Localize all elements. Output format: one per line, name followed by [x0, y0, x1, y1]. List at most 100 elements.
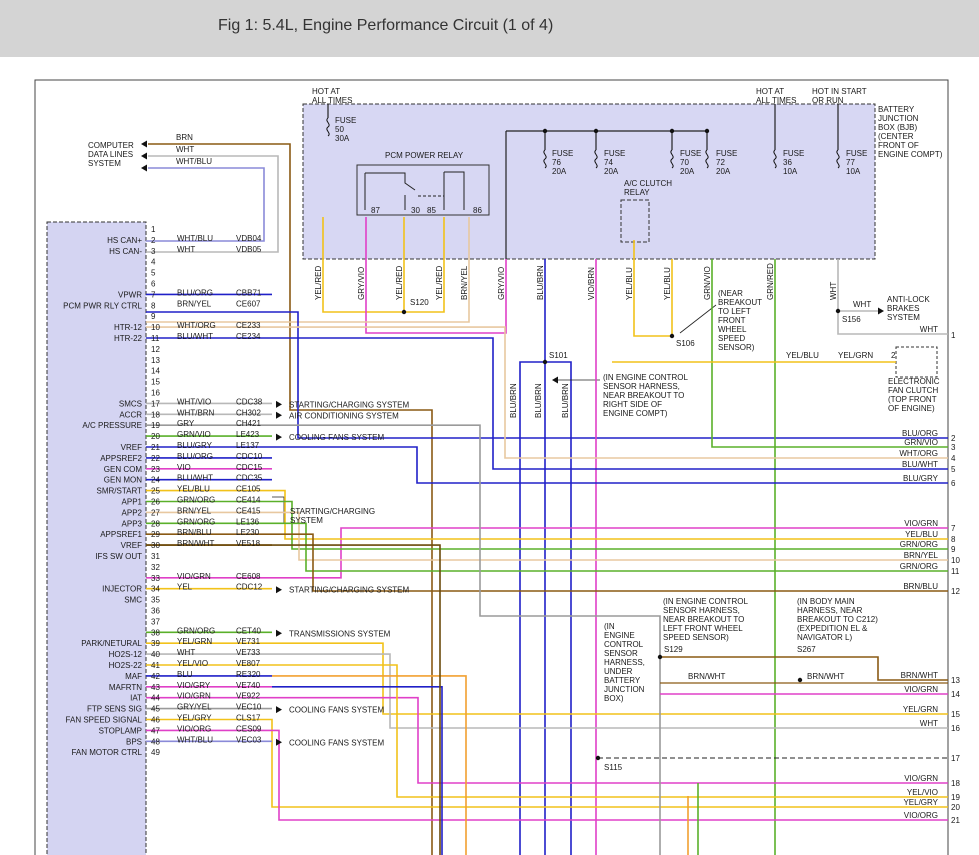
- pcm-pin-number: 22: [151, 454, 160, 463]
- computer-data-lines-label: COMPUTER: [88, 141, 134, 150]
- bus-dot-0: [542, 128, 548, 134]
- pcm-pin-number: 40: [151, 650, 160, 659]
- pcm-pin-circuit: VE733: [236, 648, 261, 657]
- pcm-pin-number: 46: [151, 716, 160, 725]
- pcm-pin-number: 9: [151, 312, 156, 321]
- pcm-pin-number: 7: [151, 290, 156, 299]
- pcm-pin-name: GEN MON: [104, 476, 142, 485]
- pcm-wire-21: [146, 446, 948, 484]
- wiring-diagram: COMPUTERDATA LINESSYSTEMBRNWHTWHT/BLUHOT…: [34, 79, 960, 855]
- vertical-wire-label: YEL/BLU: [663, 267, 672, 300]
- fuse-70-label: 70: [680, 158, 689, 167]
- pcm-pin-wire-color: BLU/WHT: [177, 474, 213, 483]
- pcm-pin-number: 48: [151, 737, 160, 746]
- fan-clutch-box: [895, 346, 938, 378]
- right-pin-2: 2: [951, 434, 956, 443]
- arrow-whtblu: [141, 164, 147, 172]
- s106-note: SPEED: [718, 334, 745, 343]
- right-pin-5: 5: [951, 465, 956, 474]
- fan-clutch-note: ELECTRONIC: [888, 377, 940, 386]
- s115-note: BOX): [604, 694, 624, 703]
- s101-note: (IN ENGINE CONTROL: [603, 373, 688, 382]
- vertical-wire-label: VIO/BRN: [587, 267, 596, 300]
- vertical-wire-label: YEL/RED: [314, 266, 323, 300]
- pcm-pin-wire-color: YEL/GRN: [177, 637, 212, 646]
- pcm-wire-29: [146, 533, 948, 592]
- right-pin-label-5: BLU/WHT: [902, 460, 938, 469]
- right-pin-19: 19: [951, 793, 960, 802]
- pcm-pin-name: ACCR: [119, 410, 142, 419]
- vpwr-blu-org: [146, 311, 948, 439]
- pcm-pin-number: 4: [151, 258, 156, 267]
- pcm-pin-name: HTR-12: [114, 323, 143, 332]
- s120-dot: [401, 309, 407, 315]
- pcm-pin-circuit: VDB05: [236, 245, 262, 254]
- pcm-pin-circuit: CE607: [236, 299, 261, 308]
- vertical-wire-label: YEL/BLU: [625, 267, 634, 300]
- bus-dot-1: [593, 128, 599, 134]
- pcm-pin-wire-color: BRN/BLU: [177, 528, 212, 537]
- abs-note: ANTI-LOCK: [887, 295, 930, 304]
- s129-label: S129: [664, 645, 683, 654]
- pcm-pin-name: BPS: [126, 737, 142, 746]
- right-pin-label-20: YEL/GRY: [903, 798, 938, 807]
- fuse-76-label: FUSE: [552, 149, 573, 158]
- s129-note: SPEED SENSOR): [663, 633, 729, 642]
- s101-dot: [542, 359, 548, 365]
- s115-note: UNDER: [604, 667, 633, 676]
- bus-dot-3: [704, 128, 710, 134]
- starting-group-label: STARTING/CHARGING: [290, 507, 375, 516]
- pcm-pin-name: PARK/NETURAL: [81, 639, 142, 648]
- right-pin-10: 10: [951, 556, 960, 565]
- pcm-pin-name: STOPLAMP: [99, 726, 142, 735]
- pcm-pin-name: FAN MOTOR CTRL: [71, 748, 142, 757]
- pcm-pin-wire-color: VIO/ORG: [177, 724, 211, 733]
- pcm-pin-wire-color: WHT/BLU: [177, 735, 213, 744]
- pcm-pin-wire-color: WHT/VIO: [177, 397, 211, 406]
- pcm-pin-dest: TRANSMISSIONS SYSTEM: [289, 629, 391, 638]
- right-pin-label-9: GRN/ORG: [900, 540, 938, 549]
- pcm-pin-number: 39: [151, 639, 160, 648]
- pcm-pin-circuit: VE731: [236, 637, 261, 646]
- pcm-pin-name: HS CAN-: [109, 247, 142, 256]
- s101-note: RIGHT SIDE OF: [603, 400, 662, 409]
- pcm-pin-number: 14: [151, 367, 160, 376]
- pcm-pin-number: 17: [151, 399, 160, 408]
- pcm-pin-name: A/C PRESSURE: [82, 421, 142, 430]
- pcm-pin-circuit: CES09: [236, 724, 262, 733]
- s267-note: HARNESS, NEAR: [797, 606, 863, 615]
- fuse-70-label: FUSE: [680, 149, 701, 158]
- right-pin-label-14: VIO/GRN: [904, 685, 938, 694]
- right-pin-label-8: YEL/BLU: [905, 530, 938, 539]
- pcm-pin-number: 11: [151, 334, 160, 343]
- pcm-pin-number: 21: [151, 443, 160, 452]
- pcm-pin-circuit: CE608: [236, 572, 261, 581]
- right-pin-8: 8: [951, 535, 956, 544]
- s106-note: BREAKOUT: [718, 298, 762, 307]
- pcm-wire-46: [146, 718, 948, 808]
- pcm-pin-number: 34: [151, 585, 160, 594]
- pcm-pin-number: 12: [151, 345, 160, 354]
- pcm-pin-name: FAN SPEED SIGNAL: [66, 716, 143, 725]
- pcm-pin-dest: COOLING FANS SYSTEM: [289, 433, 384, 442]
- fuse-76-label: 20A: [552, 167, 567, 176]
- s115-note: JUNCTION: [604, 685, 645, 694]
- fuse-50-label: 50: [335, 125, 344, 134]
- pcm-pin-circuit: VDB04: [236, 234, 262, 243]
- pcm-pin-number: 38: [151, 628, 160, 637]
- pcm-pin-wire-color: GRY: [177, 419, 195, 428]
- pcm-pin-name: APP1: [122, 498, 143, 507]
- yel-blu-fc-label: YEL/BLU: [786, 351, 819, 360]
- s106-note: FRONT: [718, 316, 746, 325]
- s267-label: S267: [797, 645, 816, 654]
- vertical-wire-label: WHT: [829, 282, 838, 300]
- pcm-pin-circuit: VE518: [236, 539, 261, 548]
- abs-note: SYSTEM: [887, 313, 920, 322]
- pcm-pin-wire-color: VIO/GRN: [177, 692, 211, 701]
- abs-wht-pin-label: WHT: [920, 325, 938, 334]
- pcm-pin-circuit: RE320: [236, 670, 261, 679]
- pcm-pin-name: SMC: [124, 596, 142, 605]
- right-pin-label-16: WHT: [920, 719, 938, 728]
- pcm-pin-circuit: VEC10: [236, 703, 262, 712]
- pcm-pin-circuit: CE233: [236, 321, 261, 330]
